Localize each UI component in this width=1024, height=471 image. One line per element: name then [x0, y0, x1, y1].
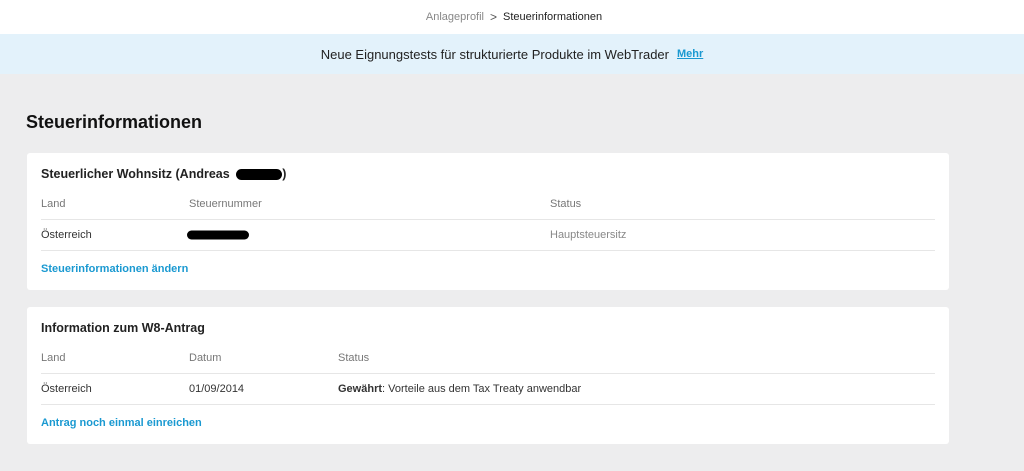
banner-text: Neue Eignungstests für strukturierte Pro… — [320, 46, 669, 62]
cell-land: Österreich — [41, 229, 92, 241]
change-tax-info-link[interactable]: Steuerinformationen ändern — [41, 263, 188, 275]
cell-datum: 01/09/2014 — [189, 383, 245, 395]
redacted-surname — [236, 169, 283, 181]
w8-table: Land Datum Status Österreich 01/09/2014 … — [41, 343, 935, 405]
status-detail: : Vorteile aus dem Tax Treaty anwendbar — [382, 383, 582, 395]
table-header-row: Land Steuernummer Status — [41, 189, 935, 220]
breadcrumb-current: Steuerinformationen — [503, 11, 603, 23]
cell-status: Gewährt: Vorteile aus dem Tax Treaty anw… — [338, 383, 581, 395]
w8-application-card: Information zum W8-Antrag Land Datum Sta… — [27, 307, 949, 444]
column-header-land: Land — [41, 198, 66, 210]
breadcrumb: Anlageprofil > Steuerinformationen — [0, 0, 1024, 34]
cell-land: Österreich — [41, 383, 92, 395]
column-header-status: Status — [338, 352, 370, 364]
redacted-tax-number — [187, 230, 249, 240]
tax-residence-title: Steuerlicher Wohnsitz (Andreas ) — [41, 167, 286, 181]
column-header-status: Status — [550, 198, 582, 210]
info-banner: Neue Eignungstests für strukturierte Pro… — [0, 34, 1024, 74]
column-header-land: Land — [41, 352, 66, 364]
breadcrumb-anlageprofil[interactable]: Anlageprofil — [426, 11, 484, 23]
page-title: Steuerinformationen — [26, 112, 203, 132]
resubmit-application-link[interactable]: Antrag noch einmal einreichen — [41, 417, 202, 429]
cell-status: Hauptsteuersitz — [550, 229, 627, 241]
status-granted: Gewährt — [338, 383, 383, 395]
column-header-steuernummer: Steuernummer — [189, 198, 262, 210]
tax-residence-title-suffix: ) — [282, 167, 287, 181]
column-header-datum: Datum — [189, 352, 222, 364]
table-row: Österreich 01/09/2014 Gewährt: Vorteile … — [41, 374, 935, 405]
banner-more-link[interactable]: Mehr — [677, 48, 703, 60]
table-row: Österreich Hauptsteuersitz — [41, 220, 935, 251]
tax-residence-table: Land Steuernummer Status Österreich Haup… — [41, 189, 935, 251]
w8-application-title: Information zum W8-Antrag — [41, 321, 205, 335]
table-header-row: Land Datum Status — [41, 343, 935, 374]
tax-residence-title-text: Steuerlicher Wohnsitz (Andreas — [41, 167, 230, 181]
chevron-right-icon: > — [490, 10, 498, 24]
tax-residence-card: Steuerlicher Wohnsitz (Andreas ) Land St… — [27, 153, 949, 290]
